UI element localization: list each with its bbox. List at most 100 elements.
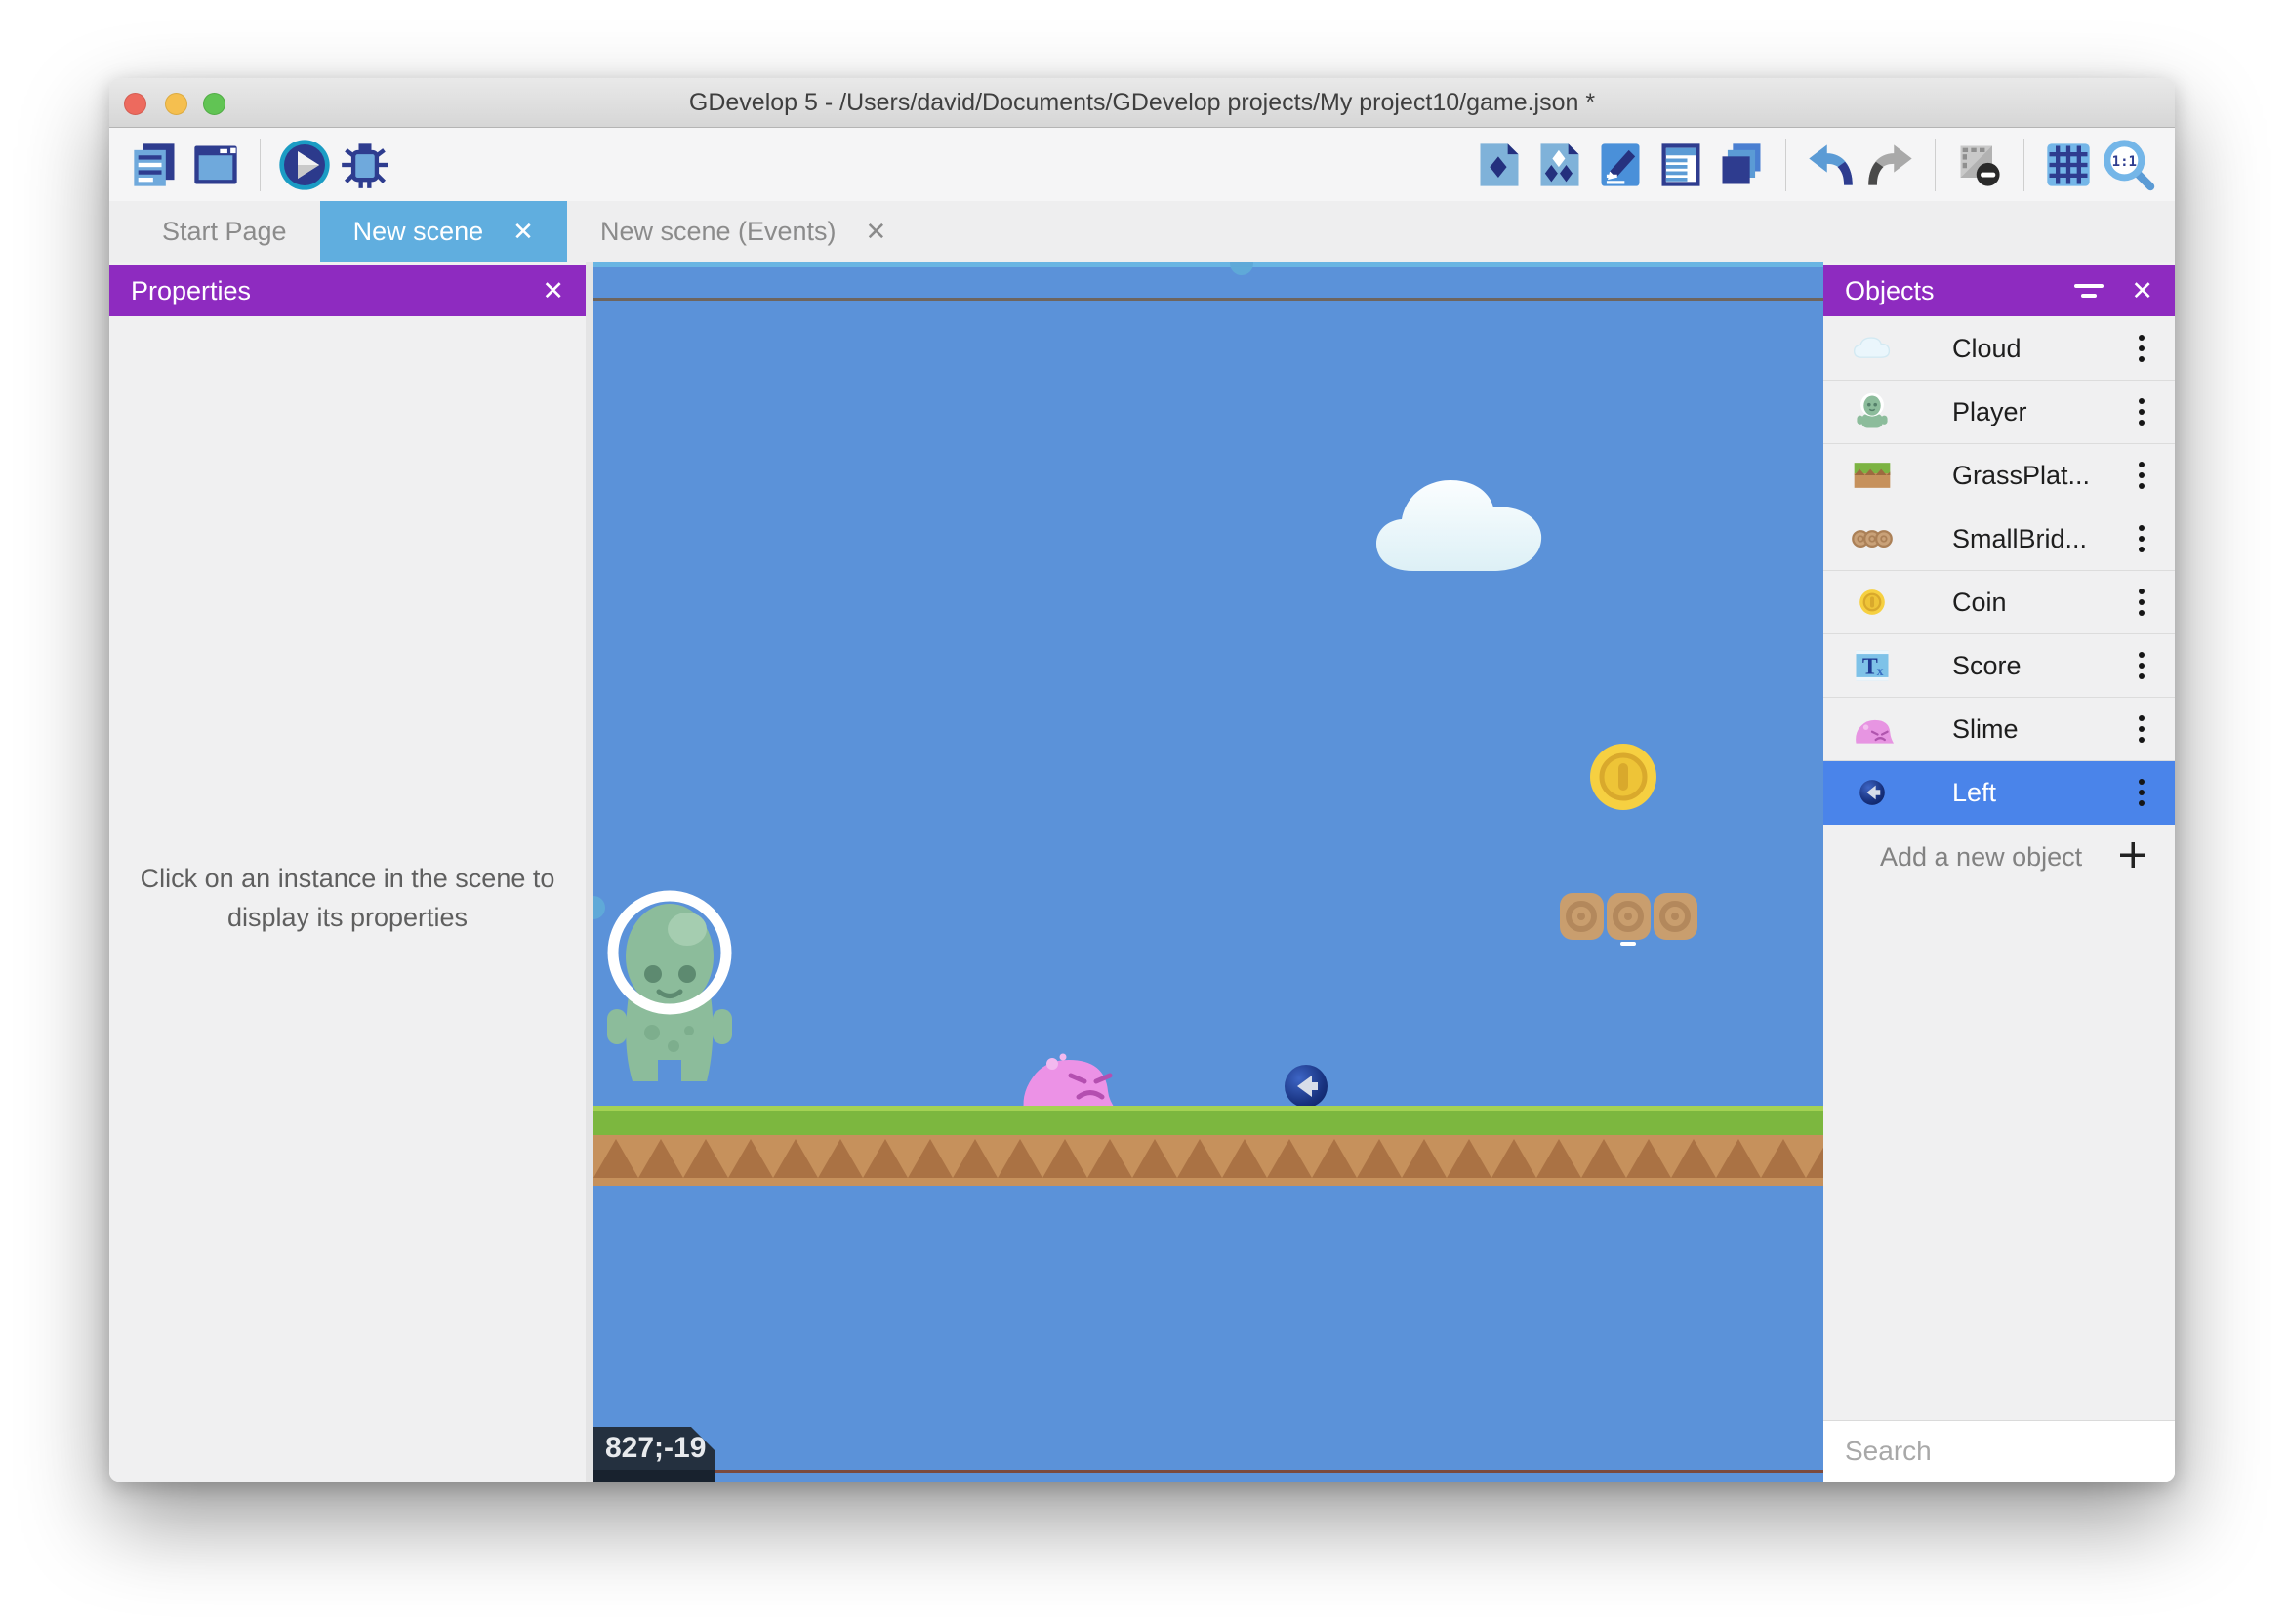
scene-properties-button[interactable]: [185, 135, 246, 195]
layers-button[interactable]: [1711, 135, 1772, 195]
properties-panel: Properties ✕ Click on an instance in the…: [109, 262, 586, 1482]
zoom-1-1-icon: 1:1: [2102, 138, 2156, 192]
object-label: Player: [1952, 397, 2122, 427]
toolbar-separator: [260, 139, 261, 191]
objects-list: Cloud: [1823, 317, 2175, 825]
debug-icon: [340, 140, 390, 190]
object-label: Coin: [1952, 588, 2122, 618]
grass-platform-instance[interactable]: [593, 1106, 1823, 1135]
undo-icon: [1805, 140, 1856, 190]
play-icon: [277, 138, 332, 192]
object-row-smallbridge[interactable]: SmallBrid...: [1823, 508, 2175, 571]
svg-text:T: T: [1862, 654, 1878, 679]
object-menu-icon[interactable]: [2122, 652, 2161, 679]
small-bridge-instance[interactable]: [1558, 891, 1698, 953]
cloud-instance[interactable]: [1372, 467, 1568, 584]
close-icon[interactable]: ✕: [2131, 276, 2175, 306]
redo-button[interactable]: [1860, 135, 1921, 195]
cursor-coordinates-badge: 827;-19: [593, 1427, 715, 1482]
small-bridge-icon: [1849, 515, 1896, 562]
object-row-cloud[interactable]: Cloud: [1823, 317, 2175, 381]
scene-boundary-bottom-line: [593, 1470, 1823, 1473]
object-label: Left: [1952, 778, 2122, 808]
mask-icon: [1954, 140, 2005, 190]
plus-icon[interactable]: [2116, 838, 2149, 876]
dirt-ground: [593, 1135, 1823, 1186]
layers-icon: [1716, 140, 1767, 190]
object-row-left[interactable]: Left: [1823, 761, 2175, 825]
object-row-grassplatform[interactable]: GrassPlat...: [1823, 444, 2175, 508]
redo-icon: [1865, 140, 1916, 190]
tab-new-scene-events[interactable]: New scene (Events) ✕: [567, 201, 919, 262]
add-object-label: Add a new object: [1880, 842, 2116, 873]
cloud-icon: [1849, 325, 1896, 372]
tab-new-scene[interactable]: New scene ✕: [320, 201, 567, 262]
object-menu-icon[interactable]: [2122, 589, 2161, 616]
main-toolbar: 1:1: [109, 128, 2175, 201]
object-row-coin[interactable]: Coin: [1823, 571, 2175, 634]
undo-button[interactable]: [1800, 135, 1860, 195]
slime-icon: [1849, 706, 1896, 752]
title-bar: GDevelop 5 - /Users/david/Documents/GDev…: [109, 78, 2175, 128]
grid-icon: [2043, 140, 2094, 190]
add-object-row[interactable]: Add a new object: [1823, 826, 2175, 888]
tab-label: Start Page: [162, 217, 287, 247]
objects-panel-icon: [1474, 140, 1525, 190]
svg-text:x: x: [1877, 664, 1884, 678]
close-icon[interactable]: ✕: [520, 276, 586, 306]
tab-bar: Start Page New scene ✕ New scene (Events…: [109, 201, 2175, 262]
coin-icon: [1849, 579, 1896, 626]
object-menu-icon[interactable]: [2122, 525, 2161, 552]
filter-icon[interactable]: [2074, 284, 2104, 298]
player-instance[interactable]: [601, 886, 738, 1098]
play-preview-button[interactable]: [274, 135, 335, 195]
object-row-slime[interactable]: Slime: [1823, 698, 2175, 761]
toolbar-separator: [2023, 139, 2024, 191]
tab-label: New scene (Events): [600, 217, 837, 247]
panel-divider[interactable]: [586, 262, 593, 1482]
object-row-score[interactable]: T x Score: [1823, 634, 2175, 698]
player-icon: [1849, 388, 1896, 435]
object-label: Cloud: [1952, 334, 2122, 364]
object-label: Slime: [1952, 714, 2122, 745]
scene-boundary-top-line: [593, 298, 1823, 301]
instance-handle-top[interactable]: [1230, 262, 1253, 275]
grass-platform-icon: [1849, 452, 1896, 499]
object-menu-icon[interactable]: [2122, 462, 2161, 489]
objects-panel-title: Objects: [1823, 276, 2074, 306]
object-menu-icon[interactable]: [2122, 715, 2161, 743]
search-input[interactable]: [1843, 1435, 2175, 1468]
debug-button[interactable]: [335, 135, 395, 195]
instances-list-button[interactable]: [1651, 135, 1711, 195]
object-row-player[interactable]: Player: [1823, 381, 2175, 444]
open-properties-panel-button[interactable]: [1590, 135, 1651, 195]
close-tab-icon[interactable]: ✕: [512, 217, 534, 247]
left-arrow-ball-icon: [1849, 769, 1896, 816]
close-tab-icon[interactable]: ✕: [866, 217, 887, 247]
object-groups-button[interactable]: [1530, 135, 1590, 195]
toggle-mask-button[interactable]: [1949, 135, 2010, 195]
scene-properties-icon: [190, 140, 241, 190]
object-menu-icon[interactable]: [2122, 779, 2161, 806]
scene-canvas[interactable]: 827;-19: [593, 262, 1823, 1482]
gdevelop-window: GDevelop 5 - /Users/david/Documents/GDev…: [109, 78, 2175, 1482]
project-manager-icon: [130, 140, 181, 190]
toolbar-separator: [1935, 139, 1936, 191]
toggle-grid-button[interactable]: [2038, 135, 2099, 195]
object-menu-icon[interactable]: [2122, 398, 2161, 426]
zoom-reset-button[interactable]: 1:1: [2099, 135, 2159, 195]
left-button-instance[interactable]: [1285, 1065, 1328, 1108]
object-menu-icon[interactable]: [2122, 335, 2161, 362]
properties-placeholder-text: Click on an instance in the scene to dis…: [109, 859, 586, 937]
toolbar-separator: [1785, 139, 1786, 191]
window-title: GDevelop 5 - /Users/david/Documents/GDev…: [109, 78, 2175, 127]
tab-label: New scene: [353, 217, 484, 247]
open-objects-panel-button[interactable]: [1469, 135, 1530, 195]
objects-search: [1823, 1420, 2175, 1482]
svg-text:1:1: 1:1: [2112, 154, 2137, 170]
coin-instance[interactable]: [1588, 742, 1658, 817]
tab-start-page[interactable]: Start Page: [129, 201, 320, 262]
scene-top-strip: [593, 262, 1823, 267]
properties-panel-header: Properties ✕: [109, 265, 586, 316]
project-manager-button[interactable]: [125, 135, 185, 195]
